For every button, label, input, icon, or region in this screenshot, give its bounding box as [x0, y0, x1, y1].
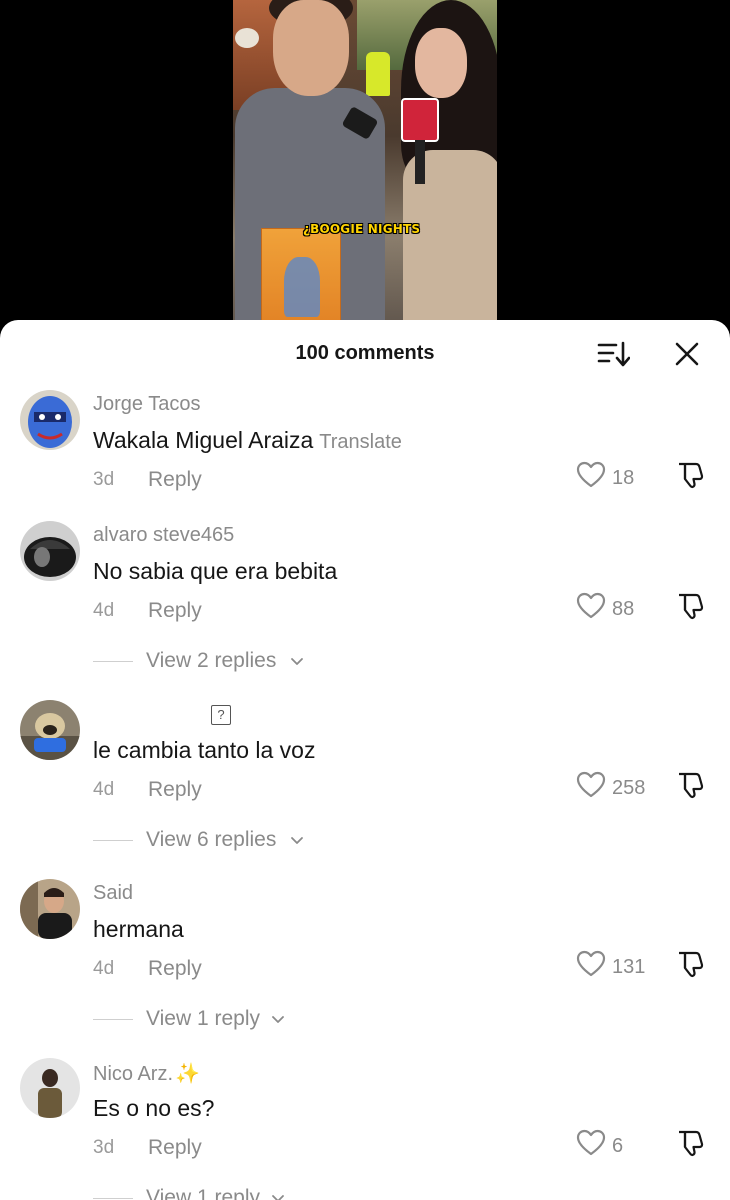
video-microphone-handle — [415, 140, 425, 184]
sparkles-icon: ✨ — [175, 1063, 200, 1085]
chevron-down-icon — [272, 1195, 284, 1200]
replies-divider — [93, 840, 133, 841]
avatar-image — [20, 390, 80, 450]
heart-icon — [576, 461, 606, 488]
username[interactable]: Jorge Tacos — [93, 393, 200, 416]
comment-date: 4d — [93, 958, 115, 979]
username[interactable]: Nico Arz. ✨ — [93, 1061, 200, 1086]
sort-button[interactable] — [596, 340, 631, 368]
sort-icon — [597, 341, 631, 367]
reply-button[interactable]: Reply — [148, 468, 202, 492]
avatar-image — [20, 700, 80, 760]
like-count: 6 — [612, 1135, 624, 1157]
avatar[interactable] — [20, 700, 80, 760]
avatar[interactable] — [20, 1058, 80, 1118]
username-text: Nico Arz. — [93, 1063, 174, 1085]
video-background-person — [366, 52, 390, 96]
comment-text: No sabia que era bebita — [93, 558, 338, 584]
like-count: 88 — [612, 598, 635, 620]
avatar-image — [20, 879, 80, 939]
heart-icon — [576, 1129, 606, 1156]
like-button[interactable] — [576, 461, 606, 489]
dislike-button[interactable] — [676, 770, 706, 800]
username-placeholder[interactable]: ? — [211, 705, 231, 725]
comment-text: Es o no es? — [93, 1095, 215, 1121]
replies-divider — [93, 1019, 133, 1020]
comments-header: 100 comments — [0, 320, 730, 388]
reply-button[interactable]: Reply — [148, 1136, 202, 1160]
dislike-button[interactable] — [676, 591, 706, 621]
heart-icon — [576, 771, 606, 798]
avatar[interactable] — [20, 879, 80, 939]
video-man-face — [273, 0, 349, 96]
like-button[interactable] — [576, 1129, 606, 1157]
heart-icon — [576, 950, 606, 977]
like-button[interactable] — [576, 771, 606, 799]
comment-text: hermana — [93, 916, 184, 942]
avatar[interactable] — [20, 390, 80, 450]
thumbs-down-icon — [679, 462, 704, 489]
comment-text: Wakala Miguel Araiza Translate — [93, 427, 402, 454]
dislike-button[interactable] — [676, 460, 706, 490]
reply-button[interactable]: Reply — [148, 778, 202, 802]
heart-icon — [576, 592, 606, 619]
like-button[interactable] — [576, 592, 606, 620]
replies-divider — [93, 661, 133, 662]
chevron-down-icon — [291, 658, 303, 665]
comment-date: 3d — [93, 469, 115, 490]
like-button[interactable] — [576, 950, 606, 978]
video-poster-figure — [284, 257, 320, 317]
video-player[interactable]: ¿BOOGIE NIGHTS — [0, 0, 730, 340]
close-icon — [675, 342, 699, 366]
like-count: 18 — [612, 467, 635, 489]
chevron-down-icon — [291, 837, 303, 844]
translate-link[interactable]: Translate — [319, 431, 402, 453]
view-replies-label: View 2 replies — [146, 649, 277, 672]
comment-date: 4d — [93, 779, 115, 800]
view-replies-label: View 1 reply — [146, 1186, 261, 1200]
dislike-button[interactable] — [676, 1128, 706, 1158]
avatar-image — [20, 521, 80, 581]
thumbs-down-icon — [679, 772, 704, 799]
comment-date: 3d — [93, 1137, 115, 1158]
comment-text: le cambia tanto la voz — [93, 737, 316, 763]
thumbs-down-icon — [679, 951, 704, 978]
close-button[interactable] — [672, 339, 702, 369]
video-frame[interactable]: ¿BOOGIE NIGHTS — [233, 0, 497, 340]
video-microphone — [401, 98, 439, 142]
thumbs-down-icon — [679, 593, 704, 620]
username[interactable]: Said — [93, 882, 133, 905]
replies-divider — [93, 1198, 133, 1199]
comment-date: 4d — [93, 600, 115, 621]
username[interactable]: alvaro steve465 — [93, 524, 234, 547]
comments-sheet: 100 comments Jorge Tacos Wakala Miguel A… — [0, 320, 730, 1200]
thumbs-down-icon — [679, 1130, 704, 1157]
video-sign — [235, 28, 259, 48]
view-replies-label: View 6 replies — [146, 828, 277, 851]
like-count: 258 — [612, 777, 646, 799]
avatar-image — [20, 1058, 80, 1118]
comment-body: Wakala Miguel Araiza — [93, 427, 314, 453]
video-caption: ¿BOOGIE NIGHTS — [303, 222, 421, 236]
like-count: 131 — [612, 956, 646, 978]
avatar[interactable] — [20, 521, 80, 581]
reply-button[interactable]: Reply — [148, 599, 202, 623]
chevron-down-icon — [272, 1016, 284, 1023]
video-woman-face — [415, 28, 467, 98]
dislike-button[interactable] — [676, 949, 706, 979]
reply-button[interactable]: Reply — [148, 957, 202, 981]
view-replies-label: View 1 reply — [146, 1007, 261, 1030]
